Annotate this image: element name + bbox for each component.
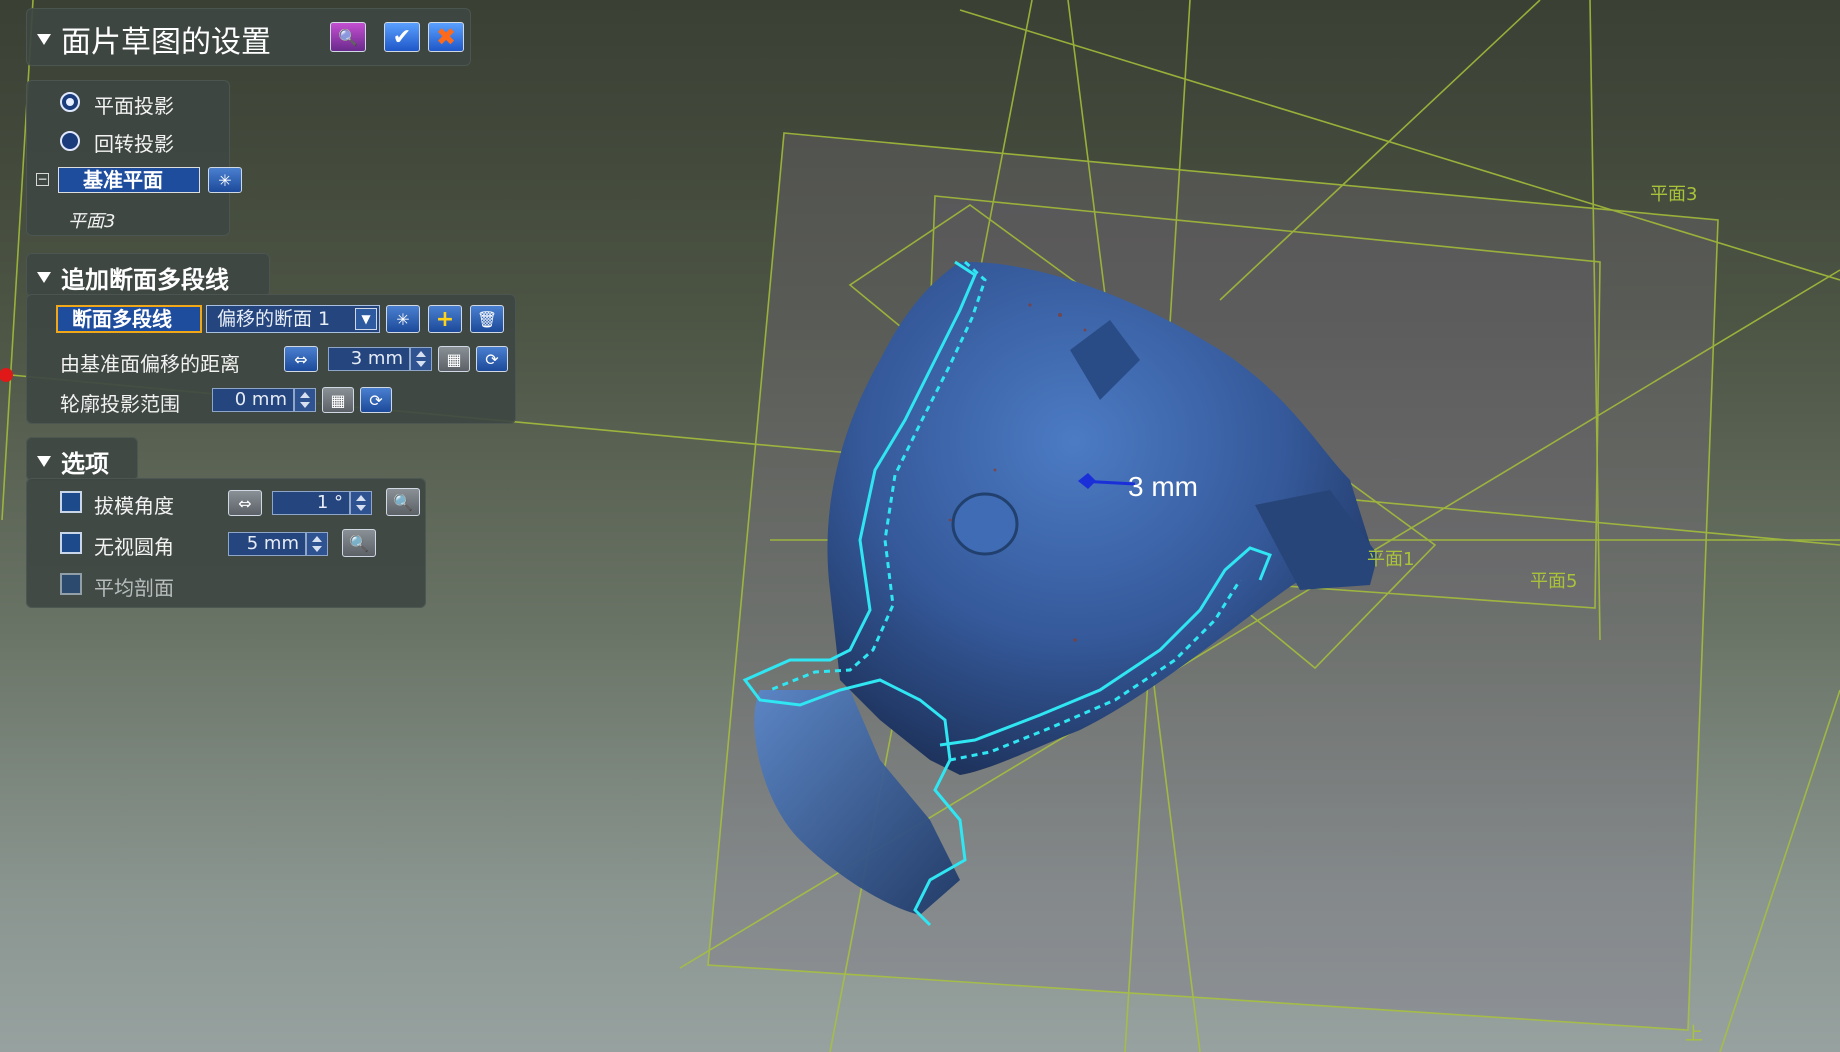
- mesh-boss: [951, 492, 1019, 556]
- plane-label-1: 平面1: [1367, 549, 1414, 570]
- plane-label-3: 平面3: [1650, 184, 1697, 205]
- draft-swap-icon[interactable]: ⇔: [228, 490, 262, 516]
- offset-reset-icon[interactable]: ⟳: [476, 346, 508, 372]
- fillet-inspect-icon[interactable]: 🔍: [342, 529, 376, 557]
- options-section-title: 选项: [61, 450, 109, 478]
- cancel-x-icon[interactable]: ✖: [428, 22, 464, 52]
- ignore-fillet-stepper[interactable]: [306, 532, 328, 556]
- collapse-icon: [37, 456, 51, 467]
- preview-icon[interactable]: 🔍: [330, 22, 366, 52]
- section-dropdown-value: 偏移的断面 1: [217, 308, 331, 330]
- range-reset-icon[interactable]: ⟳: [360, 387, 392, 413]
- ignore-fillet-label: 无视圆角: [94, 535, 174, 559]
- offset-distance-label: 由基准面偏移的距离: [60, 352, 240, 376]
- average-section-label: 平均剖面: [94, 576, 174, 600]
- plane-projection-radio[interactable]: [60, 92, 80, 112]
- collapse-icon: [37, 272, 51, 283]
- ignore-fillet-input[interactable]: 5 mm: [228, 532, 306, 556]
- contour-range-label: 轮廓投影范围: [60, 392, 180, 416]
- range-measure-icon[interactable]: ▦: [322, 387, 354, 413]
- ref-plane-expand-icon[interactable]: −: [36, 173, 49, 186]
- reference-plane-selector[interactable]: 基准平面: [58, 167, 200, 193]
- draft-angle-input[interactable]: 1 °: [272, 491, 350, 515]
- plane-label-5: 平面5: [1530, 571, 1577, 592]
- plane-projection-label: 平面投影: [94, 94, 174, 118]
- draft-inspect-icon[interactable]: 🔍: [386, 488, 420, 516]
- title-collapse-toggle[interactable]: 面片草图的设置: [37, 17, 271, 61]
- section-polyline-label: 断面多段线: [72, 307, 172, 331]
- panel-title: 面片草图的设置: [61, 25, 271, 60]
- draft-angle-stepper[interactable]: [350, 491, 372, 515]
- section-clear-icon[interactable]: ✳: [386, 305, 420, 333]
- offset-distance-input[interactable]: 3 mm: [328, 347, 410, 371]
- polyline-section-title: 追加断面多段线: [61, 266, 229, 294]
- ok-check-icon[interactable]: ✔: [384, 22, 420, 52]
- polyline-section-toggle[interactable]: 追加断面多段线: [37, 260, 229, 295]
- reference-plane-clear-icon[interactable]: ✳: [208, 167, 242, 193]
- contour-range-input[interactable]: 0 mm: [212, 388, 294, 412]
- dimension-label: 3 mm: [1128, 471, 1198, 502]
- draft-angle-checkbox[interactable]: [60, 491, 82, 513]
- rotation-projection-radio[interactable]: [60, 131, 80, 151]
- offset-distance-stepper[interactable]: [410, 347, 432, 371]
- rotation-projection-label: 回转投影: [94, 132, 174, 156]
- offset-swap-icon[interactable]: ⇔: [284, 346, 318, 372]
- reference-plane-label: 基准平面: [83, 168, 163, 192]
- add-section-icon[interactable]: +: [428, 305, 462, 333]
- chevron-down-icon: ▼: [355, 308, 377, 330]
- draft-angle-label: 拔模角度: [94, 494, 174, 518]
- delete-section-icon[interactable]: 🗑: [470, 305, 504, 333]
- reference-plane-value: 平面3: [68, 211, 116, 232]
- plane-label-top: 上: [1685, 1024, 1703, 1045]
- section-polyline-selector[interactable]: 断面多段线: [56, 305, 202, 333]
- offset-measure-icon[interactable]: ▦: [438, 346, 470, 372]
- collapse-icon: [37, 33, 51, 45]
- average-section-checkbox[interactable]: [60, 573, 82, 595]
- options-section-toggle[interactable]: 选项: [37, 444, 109, 479]
- ignore-fillet-checkbox[interactable]: [60, 532, 82, 554]
- contour-range-stepper[interactable]: [294, 388, 316, 412]
- section-dropdown[interactable]: 偏移的断面 1 ▼: [206, 305, 380, 333]
